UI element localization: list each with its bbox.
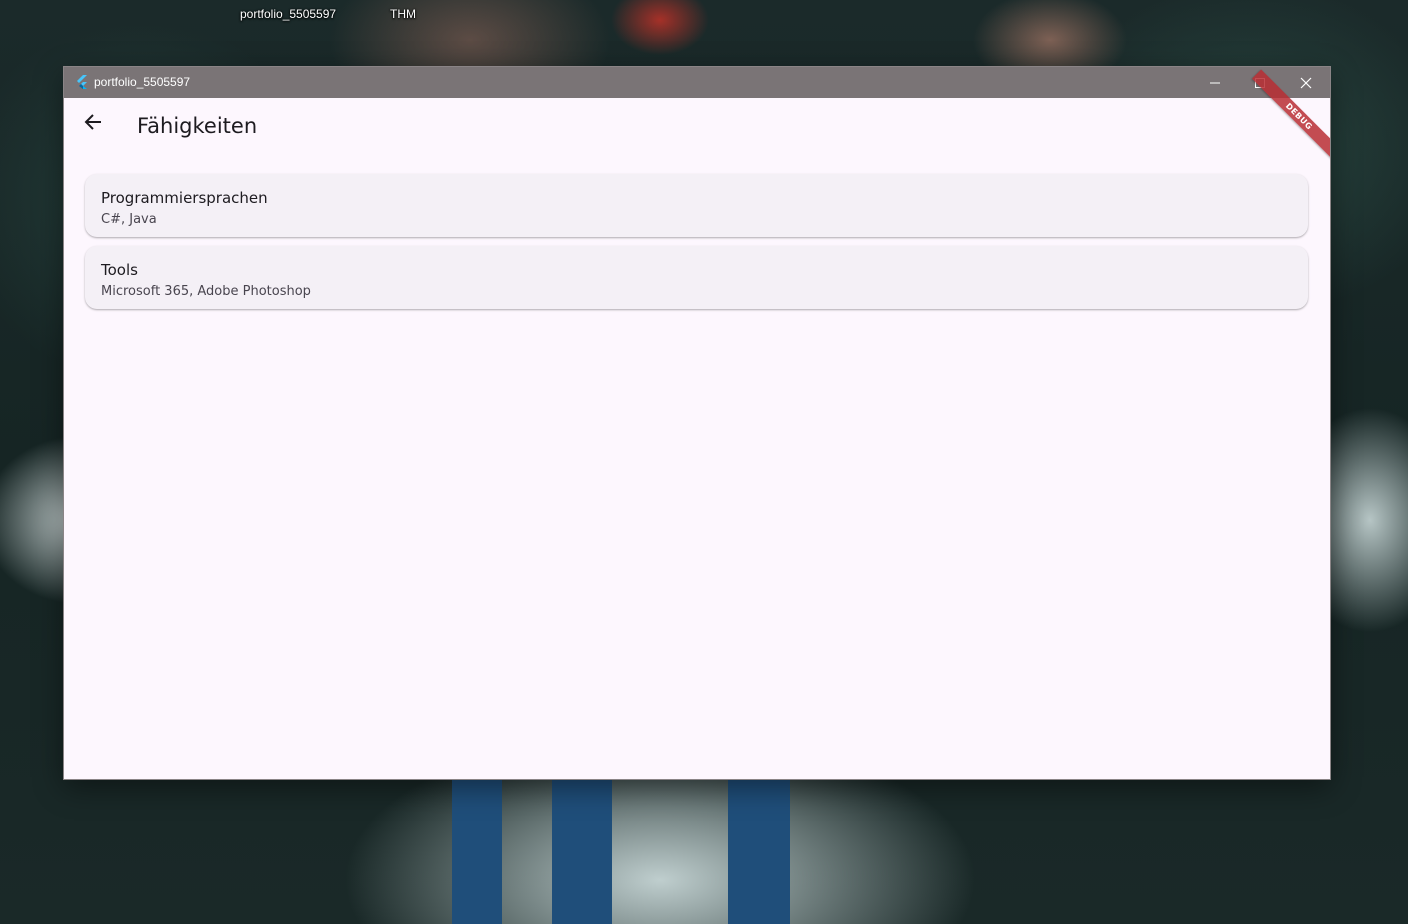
- skill-card-title: Programmiersprachen: [101, 189, 268, 207]
- window-title: portfolio_5505597: [94, 75, 191, 89]
- wallpaper-stripe: [728, 778, 790, 924]
- desktop-icon-label: THM: [390, 7, 416, 21]
- window-titlebar[interactable]: portfolio_5505597: [64, 67, 1330, 98]
- skill-card-tools[interactable]: Tools Microsoft 365, Adobe Photoshop: [85, 246, 1308, 309]
- desktop-icon-portfolio[interactable]: portfolio_5505597: [240, 0, 336, 21]
- wallpaper-stripe: [552, 778, 612, 924]
- arrow-back-icon: [84, 114, 101, 130]
- back-button[interactable]: [77, 106, 109, 138]
- skill-card-title: Tools: [101, 261, 138, 279]
- app-bar: Fähigkeiten: [64, 98, 1330, 156]
- minimize-icon: [1210, 82, 1220, 83]
- skill-card-programming[interactable]: Programmiersprachen C#, Java: [85, 174, 1308, 237]
- wallpaper-stripe: [452, 778, 502, 924]
- close-icon: [1300, 77, 1312, 88]
- page-title: Fähigkeiten: [137, 114, 258, 138]
- skill-card-subtitle: Microsoft 365, Adobe Photoshop: [101, 284, 311, 299]
- skill-card-subtitle: C#, Java: [101, 212, 157, 227]
- app-window: portfolio_5505597 Fähigkeiten Programmie…: [64, 67, 1330, 779]
- close-button[interactable]: [1283, 67, 1329, 98]
- desktop-icon-thm[interactable]: THM: [390, 0, 416, 21]
- desktop-icon-label: portfolio_5505597: [240, 7, 337, 21]
- minimize-button[interactable]: [1192, 67, 1238, 98]
- flutter-icon: [74, 74, 90, 90]
